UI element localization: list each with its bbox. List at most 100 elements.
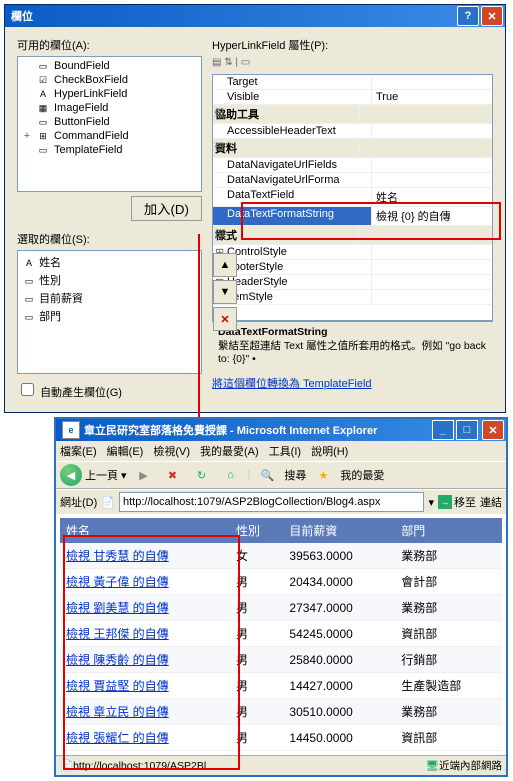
dropdown-icon: ▾	[121, 469, 127, 482]
properties-label: HyperLinkField 屬性(P):	[212, 37, 493, 53]
column-header: 目前薪資	[283, 518, 395, 543]
delete-button[interactable]: ✕	[213, 307, 237, 331]
view-link[interactable]: 檢視 陳秀齡 的自傳	[66, 653, 169, 667]
favorites-icon[interactable]: ★	[311, 464, 335, 486]
property-row[interactable]: AccessibleHeaderText	[213, 124, 492, 139]
search-icon[interactable]: 🔍	[255, 464, 279, 486]
property-row[interactable]: DataTextField姓名	[213, 188, 492, 207]
menubar[interactable]: 檔案(E) 編輯(E) 檢視(V) 我的最愛(A) 工具(I) 說明(H)	[56, 441, 506, 461]
propgrid-toolbar: ▤ ⇅ | ▭	[212, 56, 493, 74]
field-type-icon: ☑	[36, 74, 50, 86]
data-table: 姓名性別目前薪資部門檢視 甘秀慧 的自傳女39563.0000業務部檢視 黃子偉…	[60, 518, 502, 751]
view-link[interactable]: 檢視 張耀仁 的自傳	[66, 731, 169, 745]
field-item[interactable]: ▦ImageField	[20, 101, 199, 115]
browser-close-button[interactable]: ✕	[482, 420, 504, 440]
move-up-button[interactable]: ▲	[213, 253, 237, 277]
property-category[interactable]: ⊟協助工具	[213, 105, 492, 124]
go-button[interactable]: → 移至	[438, 494, 476, 510]
menu-item[interactable]: 編輯(E)	[107, 443, 144, 459]
stop-button[interactable]: ✖	[161, 464, 185, 486]
menu-item[interactable]: 檔案(E)	[60, 443, 97, 459]
table-row: 檢視 黃子偉 的自傳男20434.0000會計部	[60, 569, 502, 595]
field-item[interactable]: ▭BoundField	[20, 59, 199, 73]
table-row: 檢視 劉美慧 的自傳男27347.0000業務部	[60, 595, 502, 621]
property-row[interactable]: DataNavigateUrlForma	[213, 173, 492, 188]
available-fields-list[interactable]: ▭BoundField☑CheckBoxFieldAHyperLinkField…	[17, 56, 202, 192]
autogen-checkbox[interactable]	[21, 383, 34, 396]
view-link[interactable]: 檢視 劉美慧 的自傳	[66, 601, 169, 615]
dialog-title: 欄位	[11, 8, 455, 24]
browser-window: e 章立民研究室部落格免費授課 - Microsoft Internet Exp…	[54, 417, 508, 777]
property-row[interactable]: DataNavigateUrlFields	[213, 158, 492, 173]
view-link[interactable]: 檢視 甘秀慧 的自傳	[66, 549, 169, 563]
property-row[interactable]: VisibleTrue	[213, 90, 492, 105]
browser-title: 章立民研究室部落格免費授課 - Microsoft Internet Explo…	[84, 422, 432, 438]
field-item[interactable]: ▭TemplateField	[20, 143, 199, 157]
zone-icon: 🖥	[426, 759, 439, 772]
home-button[interactable]: ⌂	[219, 464, 243, 486]
property-row[interactable]: DataTextFormatString檢視 {0} 的自傳	[213, 207, 492, 226]
available-fields-label: 可用的欄位(A):	[17, 37, 202, 53]
search-label[interactable]: 搜尋	[284, 467, 306, 483]
view-link[interactable]: 檢視 章立民 的自傳	[66, 705, 169, 719]
field-item[interactable]: ▭ButtonField	[20, 115, 199, 129]
toolbar: ◀ 上一頁 ▾ ▶ ✖ ↻ ⌂ | 🔍 搜尋 ★ 我的最愛	[56, 461, 506, 489]
table-row: 檢視 王邦傑 的自傳男54245.0000資訊部	[60, 621, 502, 647]
field-type-icon: ▭	[36, 60, 50, 72]
back-button[interactable]: ◀ 上一頁 ▾	[60, 464, 127, 486]
table-row: 檢視 章立民 的自傳男30510.0000業務部	[60, 699, 502, 725]
field-type-icon: ⊞	[36, 130, 50, 142]
menu-item[interactable]: 工具(I)	[269, 443, 301, 459]
selected-field-item[interactable]: ▭ 部門	[20, 307, 199, 325]
menu-item[interactable]: 我的最愛(A)	[200, 443, 259, 459]
property-help-pane: DataTextFormatString 繫結至超連結 Text 屬性之值所套用…	[212, 321, 493, 369]
view-link[interactable]: 檢視 王邦傑 的自傳	[66, 627, 169, 641]
field-type-icon: A	[22, 258, 36, 270]
selected-field-item[interactable]: ▭ 目前薪資	[20, 289, 199, 307]
field-type-icon: ▭	[22, 276, 36, 288]
autogen-checkbox-label[interactable]: 自動產生欄位(G)	[17, 387, 122, 399]
favorites-label[interactable]: 我的最愛	[340, 467, 384, 483]
view-link[interactable]: 檢視 賈益堅 的自傳	[66, 679, 169, 693]
property-category[interactable]: ⊟資料	[213, 139, 492, 158]
links-label[interactable]: 連結	[480, 494, 502, 510]
selected-field-item[interactable]: A 姓名	[20, 253, 199, 271]
property-row[interactable]: ⊞ControlStyle	[213, 245, 492, 260]
property-category[interactable]: ⊟樣式	[213, 226, 492, 245]
field-type-icon: ▭	[22, 312, 36, 324]
dropdown-icon[interactable]: ▾	[428, 496, 434, 509]
field-item[interactable]: +⊞CommandField	[20, 129, 199, 143]
menu-item[interactable]: 檢視(V)	[153, 443, 190, 459]
property-row[interactable]: ⊞FooterStyle	[213, 260, 492, 275]
help-title: DataTextFormatString	[218, 326, 487, 338]
forward-button[interactable]: ▶	[132, 464, 156, 486]
table-row: 檢視 張耀仁 的自傳男14450.0000資訊部	[60, 725, 502, 751]
maximize-button[interactable]: □	[456, 420, 478, 440]
minimize-button[interactable]: _	[432, 420, 454, 440]
property-grid[interactable]: TargetVisibleTrue⊟協助工具AccessibleHeaderTe…	[212, 74, 493, 321]
property-row[interactable]: Target	[213, 75, 492, 90]
refresh-button[interactable]: ↻	[190, 464, 214, 486]
browser-titlebar: e 章立民研究室部落格免費授課 - Microsoft Internet Exp…	[56, 419, 506, 441]
page-content: 姓名性別目前薪資部門檢視 甘秀慧 的自傳女39563.0000業務部檢視 黃子偉…	[56, 514, 506, 755]
dialog-titlebar: 欄位 ? ✕	[5, 5, 505, 27]
table-row: 檢視 賈益堅 的自傳男14427.0000生產製造部	[60, 673, 502, 699]
table-row: 檢視 甘秀慧 的自傳女39563.0000業務部	[60, 543, 502, 569]
close-button[interactable]: ✕	[481, 6, 503, 26]
view-link[interactable]: 檢視 黃子偉 的自傳	[66, 575, 169, 589]
property-row[interactable]: ⊞ItemStyle	[213, 290, 492, 305]
move-down-button[interactable]: ▼	[213, 280, 237, 304]
url-input[interactable]	[119, 492, 424, 512]
property-row[interactable]: ⊞HeaderStyle	[213, 275, 492, 290]
convert-to-template-link[interactable]: 將這個欄位轉換為 TemplateField	[212, 375, 493, 391]
add-button[interactable]: 加入(D)	[131, 196, 202, 221]
address-bar: 網址(D) 📄 ▾ → 移至 連結	[56, 489, 506, 514]
address-label: 網址(D)	[60, 494, 97, 510]
field-item[interactable]: ☑CheckBoxField	[20, 73, 199, 87]
selected-field-item[interactable]: ▭ 性別	[20, 271, 199, 289]
selected-fields-list[interactable]: A 姓名▭ 性別▭ 目前薪資▭ 部門	[17, 250, 202, 374]
status-bar: 📄 http://localhost:1079/ASP2Bl 🖥 近端內部網路	[56, 755, 506, 775]
menu-item[interactable]: 說明(H)	[311, 443, 348, 459]
field-item[interactable]: AHyperLinkField	[20, 87, 199, 101]
help-button[interactable]: ?	[457, 6, 479, 26]
